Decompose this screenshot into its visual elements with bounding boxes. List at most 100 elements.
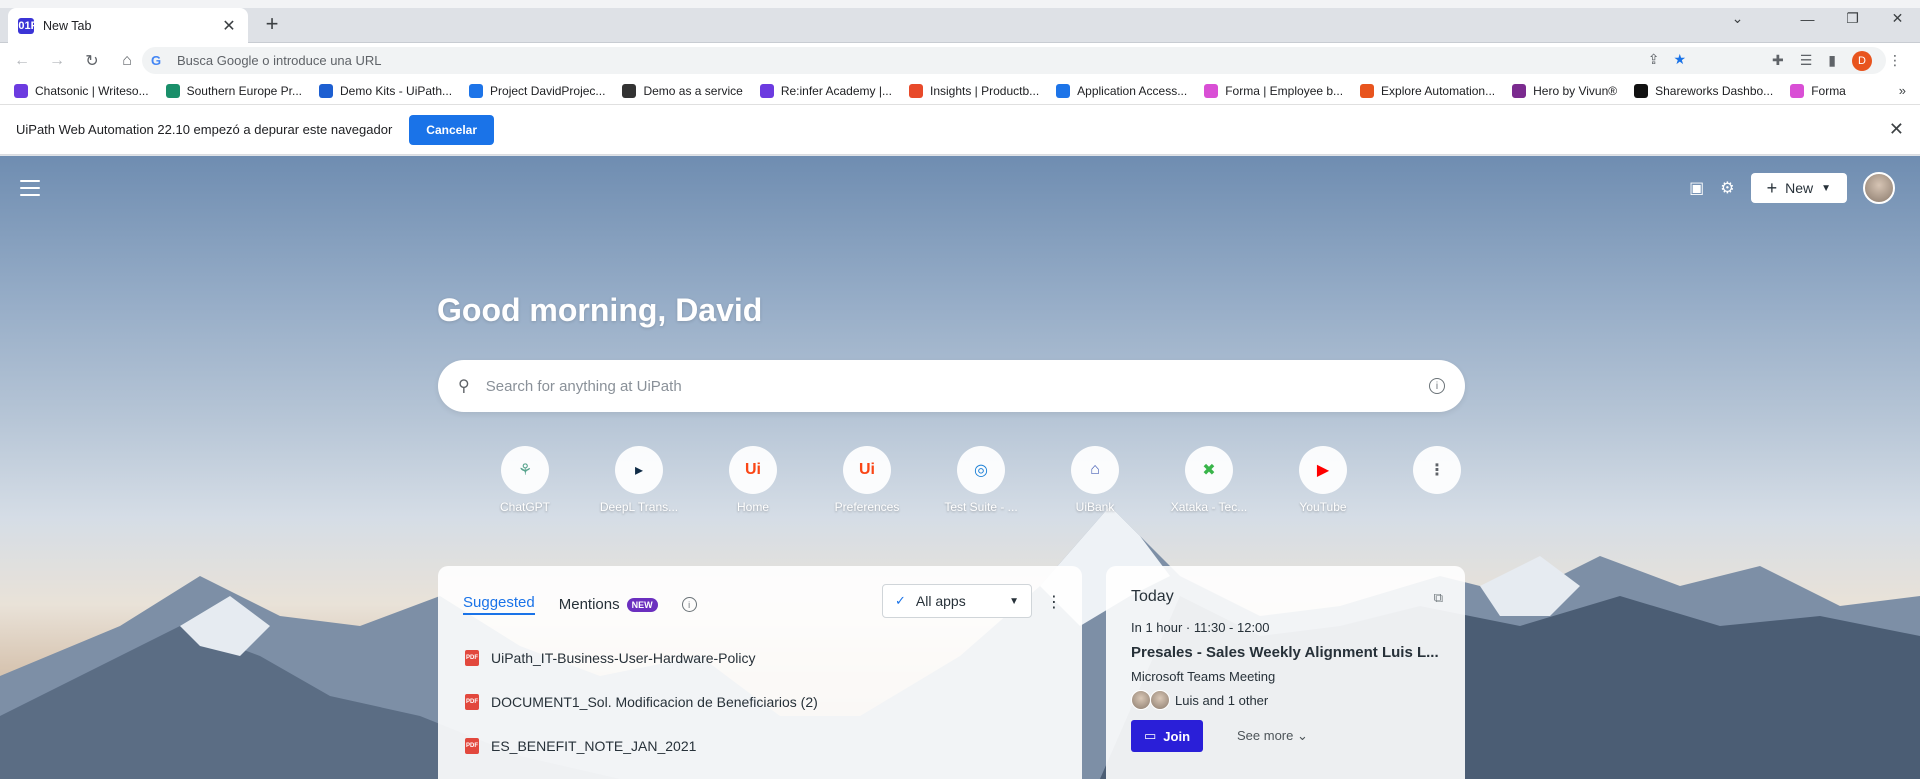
shortcut-label: UiBank: [1075, 500, 1115, 514]
restore-icon[interactable]: ❐: [1830, 10, 1875, 27]
pdf-icon: PDF: [465, 738, 479, 754]
attendee-avatar: [1150, 690, 1170, 710]
more-bookmarks-icon[interactable]: »: [1899, 83, 1906, 98]
shortcut-icon: ⌂: [1071, 446, 1119, 494]
document-list: PDF UiPath_IT-Business-User-Hardware-Poli…: [465, 636, 818, 768]
settings-gear-icon[interactable]: ⚙: [1720, 178, 1734, 198]
menu-kebab-icon[interactable]: ⋮: [1888, 52, 1902, 69]
shortcut-tile[interactable]: ✖ Xataka - Tec...: [1152, 446, 1266, 514]
bookmark-item[interactable]: Chatsonic | Writeso...: [14, 84, 149, 98]
bookmark-label: Forma | Employee b...: [1225, 84, 1344, 98]
tab-search-icon[interactable]: ⌄: [1715, 10, 1760, 27]
tab-suggested[interactable]: Suggested: [463, 594, 535, 615]
new-badge: NEW: [626, 597, 658, 612]
back-icon[interactable]: ←: [9, 52, 35, 70]
chevron-down-icon: ⌄: [1297, 728, 1308, 743]
search-box[interactable]: ⚲ Search for anything at UiPath i: [438, 360, 1465, 412]
browser-tab[interactable]: \u01F6 New Tab ✕: [8, 8, 248, 43]
close-infobar-icon[interactable]: ✕: [1889, 119, 1904, 140]
hamburger-menu-icon[interactable]: [20, 180, 40, 201]
meeting-subtitle: Microsoft Teams Meeting: [1131, 669, 1276, 684]
bookmark-item[interactable]: Shareworks Dashbo...: [1634, 84, 1773, 98]
share-icon[interactable]: ⇪: [1648, 51, 1660, 68]
bookmark-item[interactable]: Forma: [1790, 84, 1846, 98]
pdf-icon: PDF: [465, 694, 479, 710]
suggested-card: Suggested Mentions NEW i ✓ All apps ▼ ⋮ …: [438, 566, 1082, 779]
extensions-icon[interactable]: ✚: [1772, 52, 1784, 69]
bookmark-item[interactable]: Re:infer Academy |...: [759, 84, 892, 98]
new-button[interactable]: + New ▼: [1750, 173, 1847, 203]
bookmark-item[interactable]: Forma | Employee b...: [1204, 84, 1343, 98]
more-options-icon[interactable]: ⋮: [1046, 592, 1062, 612]
more-vertical-icon: ⋮: [1413, 446, 1461, 494]
attendee-avatar: [1131, 690, 1151, 710]
profile-avatar[interactable]: D: [1852, 50, 1872, 71]
join-label: Join: [1163, 728, 1191, 744]
shortcut-label: Xataka - Tec...: [1170, 500, 1248, 514]
attendees-text: Luis and 1 other: [1175, 692, 1269, 708]
debug-infobar: UiPath Web Automation 22.10 empezó a dep…: [0, 105, 1920, 155]
tab-strip-top-gap: [0, 0, 1920, 8]
shortcut-tile[interactable]: ▸ DeepL Trans...: [582, 446, 696, 514]
user-avatar[interactable]: [1863, 172, 1895, 204]
bookmark-item[interactable]: Explore Automation...: [1360, 84, 1495, 98]
google-icon: G: [151, 53, 162, 68]
address-bar[interactable]: G Busca Google o introduce una URL ⇪ ★: [142, 47, 1886, 74]
background-image-icon[interactable]: ▣: [1689, 178, 1704, 198]
more-shortcuts-button[interactable]: ⋮: [1380, 446, 1494, 514]
close-window-icon[interactable]: ✕: [1875, 10, 1920, 27]
reading-list-icon[interactable]: ☰: [1800, 52, 1813, 69]
close-tab-icon[interactable]: ✕: [220, 16, 238, 36]
bookmark-label: Insights | Productb...: [929, 84, 1040, 98]
shortcut-tile[interactable]: ◎ Test Suite - ...: [924, 446, 1038, 514]
plus-icon: +: [1766, 178, 1778, 198]
meeting-title[interactable]: Presales - Sales Weekly Alignment Luis L…: [1131, 644, 1451, 661]
see-more-link[interactable]: See more ⌄: [1237, 728, 1308, 744]
uipath-assistant-icon: \u01F6: [8, 17, 44, 34]
bookmark-item[interactable]: Insights | Productb...: [908, 84, 1040, 98]
document-item[interactable]: PDF ES_BENEFIT_NOTE_JAN_2021: [465, 724, 818, 768]
bookmark-label: Demo as a service: [643, 84, 743, 98]
shortcut-tile[interactable]: ⌂ UiBank: [1038, 446, 1152, 514]
see-more-label: See more: [1237, 728, 1294, 743]
shortcut-label: Test Suite - ...: [944, 500, 1018, 514]
calendar-card: Today ⧉ In 1 hour · 11:30 - 12:00 Presal…: [1106, 566, 1465, 779]
bookmark-item[interactable]: Project DavidProjec...: [469, 84, 605, 98]
shortcut-icon: ⚘: [501, 446, 549, 494]
bookmark-label: Shareworks Dashbo...: [1655, 84, 1774, 98]
new-tab-button[interactable]: +: [260, 13, 284, 35]
bookmark-item[interactable]: Application Access...: [1056, 84, 1187, 98]
cancel-button[interactable]: Cancelar: [409, 114, 494, 145]
shortcut-label: YouTube: [1299, 500, 1347, 514]
shortcut-label: Home: [736, 500, 769, 514]
apps-filter-dropdown[interactable]: ✓ All apps ▼: [882, 584, 1032, 618]
bookmark-item[interactable]: Demo as a service: [622, 84, 743, 98]
attendees: Luis and 1 other: [1131, 690, 1268, 710]
document-item[interactable]: PDF UiPath_IT-Business-User-Hardware-Poli…: [465, 636, 818, 680]
minimize-icon[interactable]: —: [1785, 11, 1830, 27]
document-item[interactable]: PDF DOCUMENT1_Sol. Modificacion de Benefi…: [465, 680, 818, 724]
bookmark-item[interactable]: Southern Europe Pr...: [165, 84, 302, 98]
home-icon[interactable]: ⌂: [114, 52, 140, 70]
external-link-icon[interactable]: ⧉: [1434, 590, 1443, 606]
bookmark-label: Project DavidProjec...: [490, 84, 606, 98]
reload-icon[interactable]: ↻: [79, 51, 105, 71]
bookmark-label: Application Access...: [1077, 84, 1188, 98]
info-icon[interactable]: i: [681, 597, 697, 612]
info-icon[interactable]: i: [1429, 378, 1445, 394]
bookmark-favicon-icon: [1512, 84, 1527, 98]
mentions-label: Mentions: [558, 596, 620, 613]
forward-icon[interactable]: →: [44, 52, 70, 70]
shortcut-tile[interactable]: ▶ YouTube: [1266, 446, 1380, 514]
side-panel-icon[interactable]: ▮: [1828, 52, 1836, 69]
join-button[interactable]: ▭ Join: [1131, 720, 1204, 752]
tab-mentions[interactable]: Mentions NEW: [559, 596, 658, 613]
shortcut-tile[interactable]: Ui Home: [696, 446, 810, 514]
shortcut-tile[interactable]: Ui Preferences: [810, 446, 924, 514]
bookmark-item[interactable]: Hero by Vivun®: [1512, 84, 1617, 98]
shortcut-tile[interactable]: ⚘ ChatGPT: [468, 446, 582, 514]
bookmark-item[interactable]: Demo Kits - UiPath...: [319, 84, 452, 98]
bookmark-star-icon[interactable]: ★: [1673, 51, 1686, 68]
infobar-message: UiPath Web Automation 22.10 empezó a dep…: [16, 122, 393, 137]
shortcut-label: ChatGPT: [499, 500, 550, 514]
